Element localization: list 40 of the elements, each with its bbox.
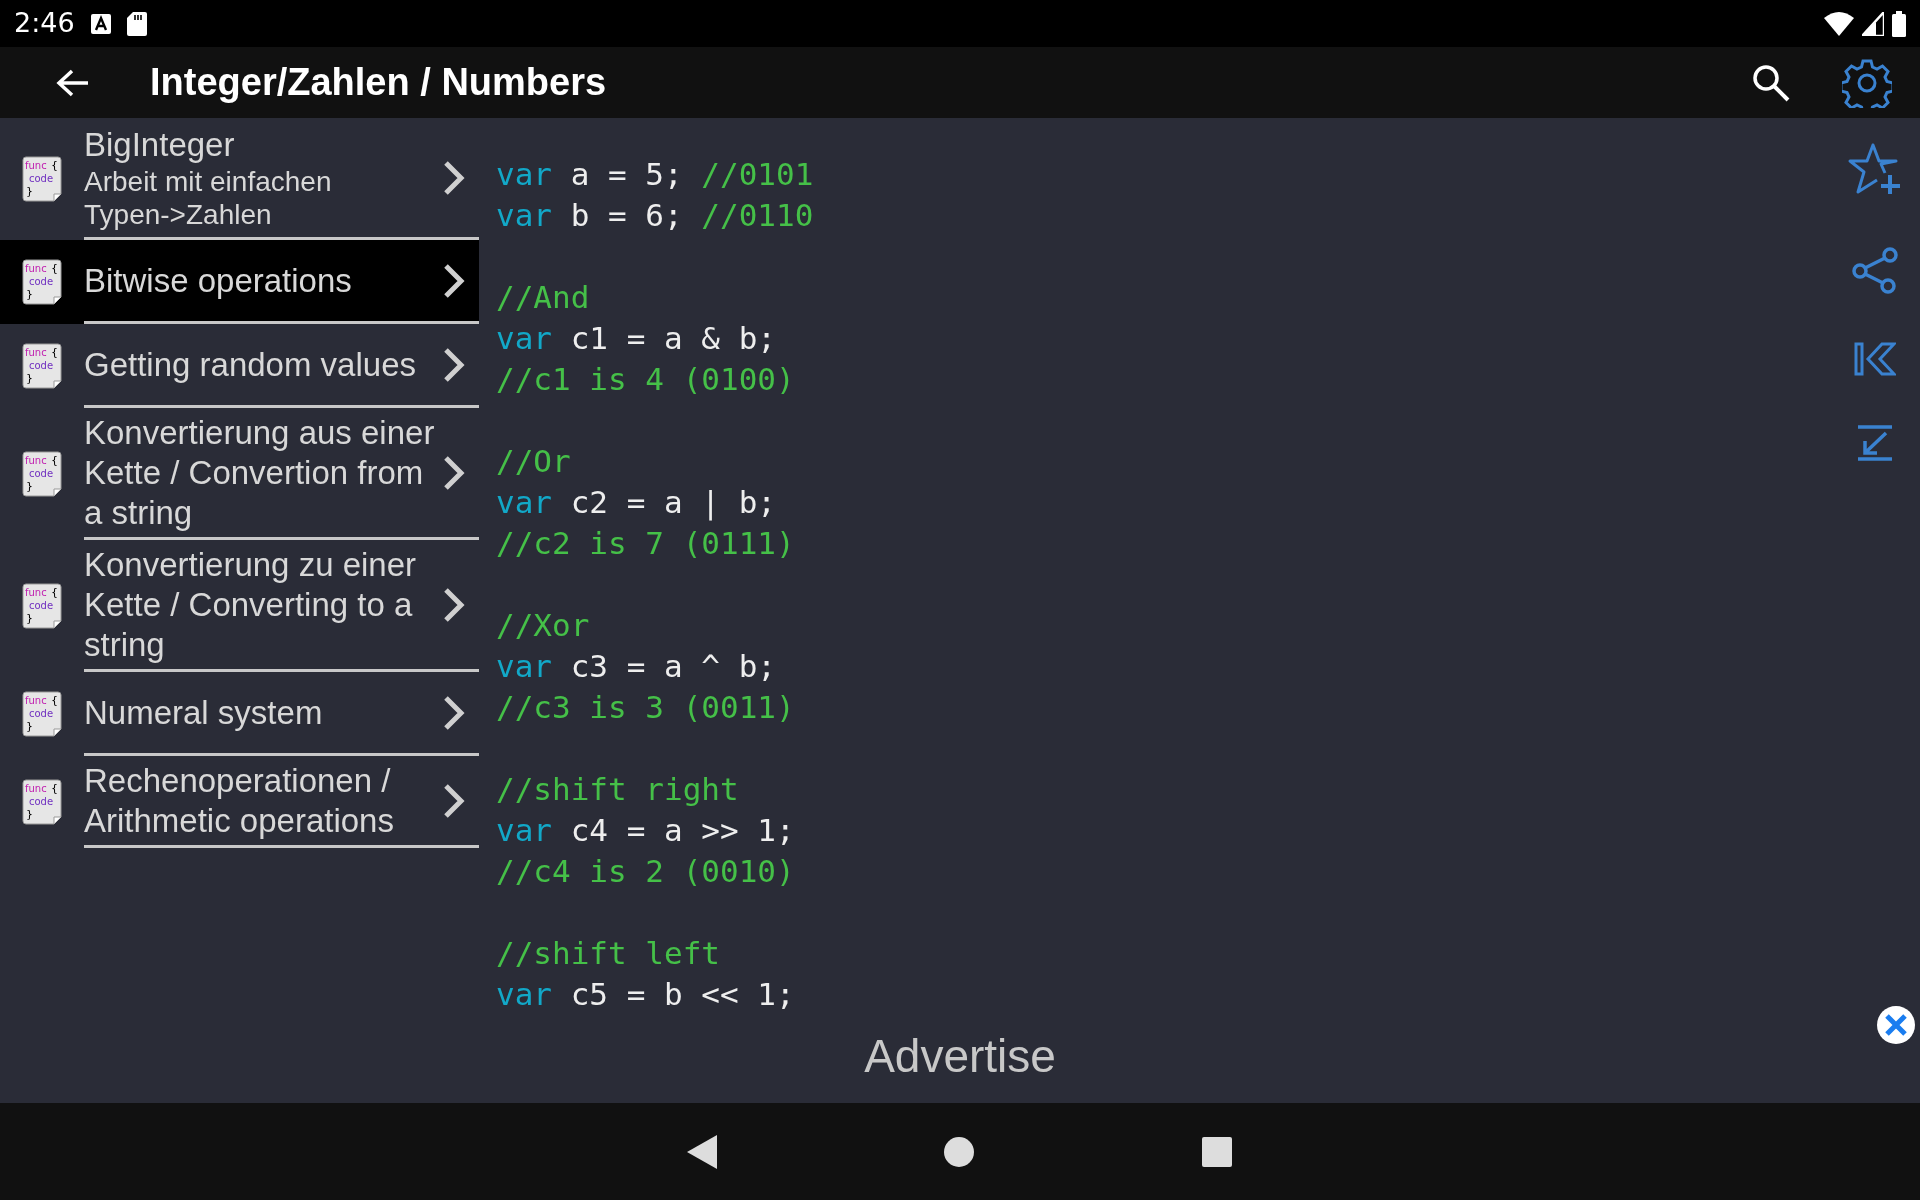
topic-title: Bitwise operations [84,260,353,301]
topic-title: Numeral system [84,692,324,733]
code-line: var c1 = a & b; [496,319,777,358]
code-line: //shift right [496,770,740,809]
code-file-icon: func { code } [22,691,62,737]
code-line: //Xor [496,606,591,645]
code-file-icon: func { code } [22,583,62,629]
code-line: //c2 is 7 (0111) [496,524,796,563]
topic-list-item[interactable]: func { code } Bitwise operations [0,240,479,324]
code-line: var c3 = a ^ b; [496,647,777,686]
code-line: //Or [496,442,572,481]
code-line: var c2 = a | b; [496,483,777,523]
code-line: var c4 = a >> 1; [496,811,796,850]
code-line: //shift left [496,934,721,973]
code-line: var c5 = b << 1; [496,975,796,1014]
topic-title: BigInteger [84,124,236,165]
topic-title: Rechenoperationen / Arithmetic operations [84,760,395,841]
topic-list-item[interactable]: func { code } Numeral system [0,672,479,756]
topic-title: Getting random values [84,344,417,385]
topic-subtitle: Arbeit mit einfachen Typen->Zahlen [84,164,333,231]
advertise-label: Advertise [864,1030,1056,1082]
code-line: //c3 is 3 (0011) [496,688,796,727]
code-line: //And [496,278,591,317]
code-line: var b = 6; //0110 [496,196,815,235]
code-file-icon: func { code } [22,779,62,825]
topic-list-item[interactable]: func { code } Konvertierung zu einer Kette / Converting to a string [0,540,479,672]
code-line: //c1 is 4 (0100) [496,360,796,399]
code-file-icon: func { code } [22,259,62,305]
code-line: var a = 5; //0101 [496,155,815,194]
code-file-icon: func { code } [22,343,62,389]
clock-time: 2:46 [14,6,75,41]
topic-list-item[interactable]: func { code } Konvertierung aus einer Kette / Convertion from a string [0,408,479,540]
topic-title: Konvertierung aus einer Kette / Convertion from a string [84,412,436,533]
topic-list-item[interactable]: func { code } Rechenoperationen / Arithmetic operations [0,756,479,848]
code-line: //c4 is 2 (0010) [496,852,796,891]
topic-list-item[interactable]: func { code } Getting random values [0,324,479,408]
code-file-icon: func { code } [22,156,62,202]
screen-title: Integer/Zahlen / Numbers [150,60,607,105]
topic-title: Konvertierung zu einer Kette / Converting to a string [84,544,418,665]
code-file-icon: func { code } [22,451,62,497]
